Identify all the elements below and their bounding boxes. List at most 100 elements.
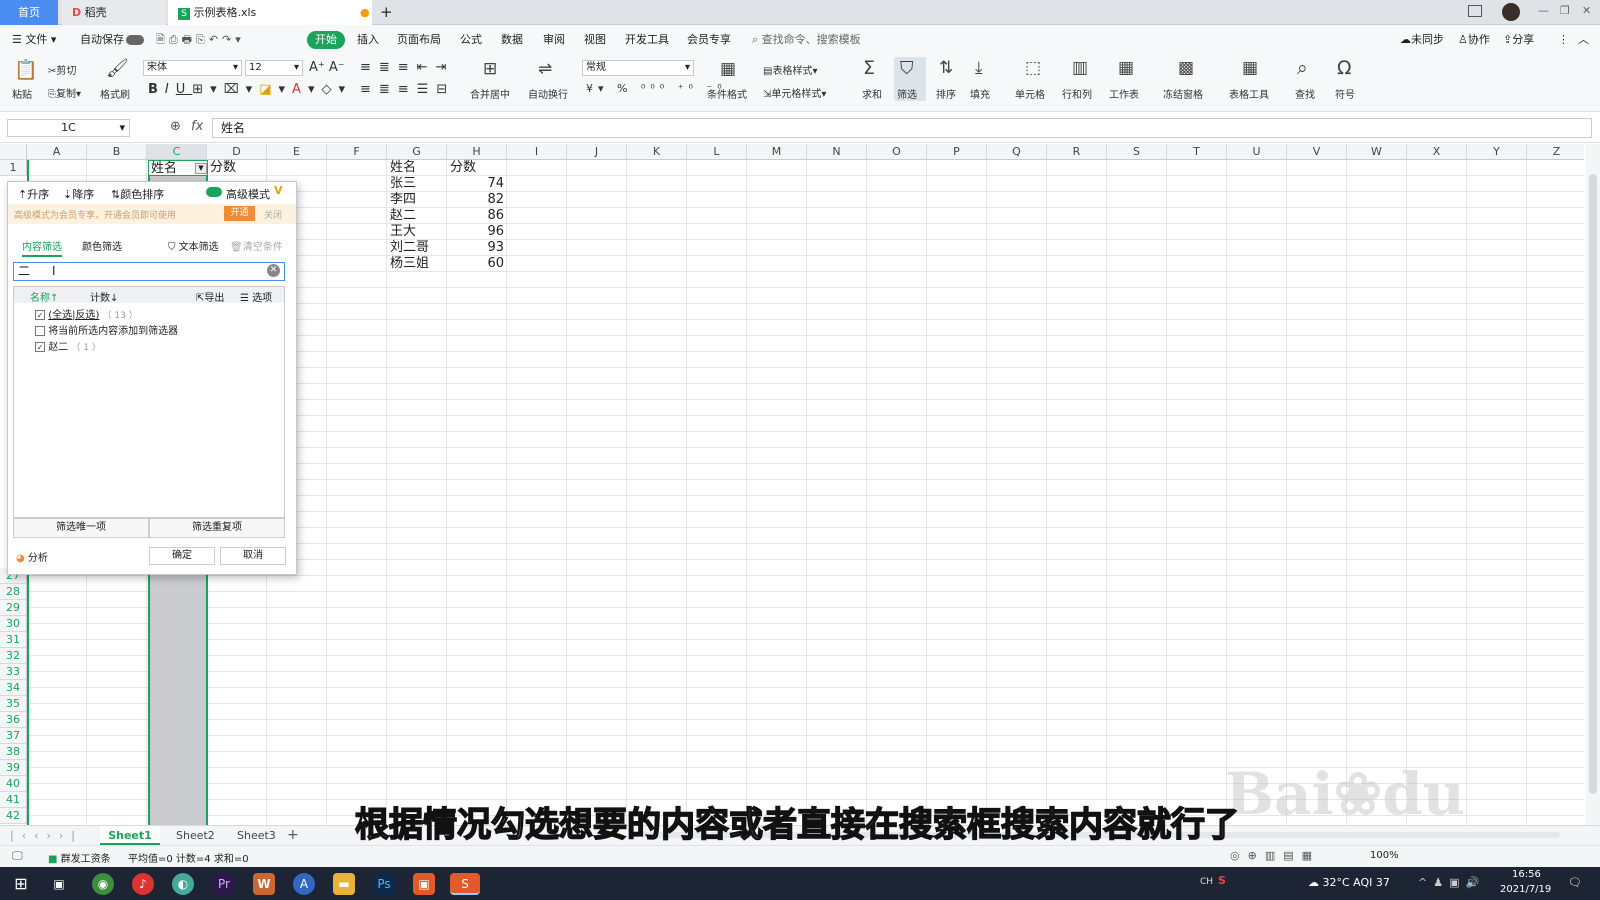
text-filter-button[interactable]: ⛉ 文本筛选 <box>168 238 219 253</box>
notification-icon[interactable]: 🗨 <box>1568 876 1582 889</box>
filter-dropdown-icon[interactable]: ▼ <box>195 163 207 174</box>
table-style-button[interactable]: ▤表格样式▾ <box>763 62 817 77</box>
quick-access-icons[interactable]: 🗎⎙🖶⎘↶↷▾ <box>156 33 245 47</box>
row-header[interactable]: 32 <box>0 648 27 664</box>
row-header[interactable]: 35 <box>0 696 27 712</box>
menu-start[interactable]: 开始 <box>307 31 345 49</box>
select-all-corner[interactable] <box>0 144 27 160</box>
column-header[interactable]: A <box>27 144 87 160</box>
zoom-level[interactable]: 100% <box>1370 850 1399 861</box>
paste-button[interactable]: 粘贴 <box>12 86 32 101</box>
cancel-button[interactable]: 取消 <box>220 547 286 565</box>
tab-color-filter[interactable]: 颜色筛选 <box>82 238 122 253</box>
col-name-sort[interactable]: 名称↑ <box>30 289 58 304</box>
zoom-formula-icon[interactable]: ⊕ <box>170 119 181 134</box>
autosave-toggle[interactable] <box>126 35 144 45</box>
copy-button[interactable]: ⎘复制▾ <box>48 85 81 100</box>
column-header[interactable]: H <box>447 144 507 160</box>
monitor-icon[interactable]: 🖵 <box>12 849 23 863</box>
row-header[interactable]: 40 <box>0 776 27 792</box>
fx-icon[interactable]: fx <box>191 119 203 134</box>
row-header[interactable]: 41 <box>0 792 27 808</box>
sort-button[interactable]: 排序 <box>936 86 956 101</box>
column-header[interactable]: X <box>1407 144 1467 160</box>
worksheet-button[interactable]: 工作表 <box>1109 86 1139 101</box>
task-view-icon[interactable]: ▣ <box>48 873 70 895</box>
cell-style-button[interactable]: ⇲单元格样式▾ <box>763 85 826 100</box>
filter-button[interactable]: 筛选 <box>897 86 917 101</box>
row-header[interactable]: 34 <box>0 680 27 696</box>
column-header[interactable]: S <box>1107 144 1167 160</box>
row-header[interactable]: 31 <box>0 632 27 648</box>
checkbox[interactable]: ✓ <box>35 342 45 352</box>
sheet-tab-3[interactable]: Sheet3 <box>237 829 276 842</box>
freeze-button[interactable]: 冻结窗格 <box>1163 86 1203 101</box>
row-header[interactable]: 39 <box>0 760 27 776</box>
font-style-buttons[interactable]: BIU⊞▾⌧▾◪▾A▾◇▾ <box>148 82 352 97</box>
cell-name[interactable]: 张三 <box>388 176 416 192</box>
column-header[interactable]: Z <box>1527 144 1584 160</box>
menu-review[interactable]: 审阅 <box>543 33 565 47</box>
tab-file[interactable]: S 示例表格.xls ● <box>168 0 372 25</box>
column-header[interactable]: T <box>1167 144 1227 160</box>
table-tools-button[interactable]: 表格工具 <box>1229 86 1269 101</box>
browser-icon[interactable]: ◐ <box>172 873 194 895</box>
cell-score[interactable]: 86 <box>448 208 508 224</box>
cond-format-button[interactable]: 条件格式 <box>707 86 747 101</box>
vertical-scrollbar[interactable] <box>1586 144 1600 825</box>
clear-search-icon[interactable]: ✕ <box>267 264 280 277</box>
filter-search-input[interactable]: 二 I ✕ <box>13 262 285 281</box>
name-box[interactable]: 1C ▾ <box>7 119 130 137</box>
row-header[interactable]: 37 <box>0 728 27 744</box>
column-header[interactable]: N <box>807 144 867 160</box>
cell-g-header[interactable]: 姓名 <box>388 160 416 176</box>
cell-score[interactable]: 74 <box>448 176 508 192</box>
column-header[interactable]: Q <box>987 144 1047 160</box>
wrap-text-button[interactable]: 自动换行 <box>528 86 568 101</box>
cell-d1[interactable]: 分数 <box>208 160 236 176</box>
column-header[interactable]: L <box>687 144 747 160</box>
cell-score[interactable]: 96 <box>448 224 508 240</box>
file-menu[interactable]: ☰ 文件 ▾ <box>12 33 56 47</box>
vip-open-button[interactable]: 开通 <box>224 206 255 221</box>
spreadsheet-app-icon[interactable]: S <box>450 873 480 895</box>
format-painter-button[interactable]: 格式刷 <box>100 86 130 101</box>
column-header[interactable]: R <box>1047 144 1107 160</box>
align-buttons-top[interactable]: ≡≣≡⇤⇥ <box>360 60 454 75</box>
cell-button[interactable]: 单元格 <box>1015 86 1045 101</box>
row-header[interactable]: 28 <box>0 584 27 600</box>
filter-unique-button[interactable]: 筛选唯一项 <box>13 518 149 538</box>
filter-item-select-all[interactable]: ✓ (全选|反选) （ 13 ） <box>35 306 138 321</box>
column-header[interactable]: V <box>1287 144 1347 160</box>
row-header[interactable]: 36 <box>0 712 27 728</box>
new-tab-button[interactable]: + <box>380 0 393 25</box>
column-header[interactable]: D <box>207 144 267 160</box>
number-format-select[interactable]: 常规 ▾ <box>582 60 694 76</box>
color-sort-button[interactable]: ⇅颜色排序 <box>111 186 164 202</box>
font-select[interactable]: 宋体 ▾ <box>143 60 242 76</box>
clear-conditions-button[interactable]: 🗑清空条件 <box>230 238 283 253</box>
col-count-sort[interactable]: 计数↓ <box>90 289 118 304</box>
merge-center-button[interactable]: 合并居中 <box>470 86 510 101</box>
font-grow-shrink[interactable]: A⁺ A⁻ <box>309 60 345 75</box>
menu-formula[interactable]: 公式 <box>460 33 482 47</box>
column-header[interactable]: K <box>627 144 687 160</box>
clock-time[interactable]: 16:56 <box>1512 869 1541 880</box>
sort-desc-button[interactable]: ⇣降序 <box>63 186 94 202</box>
weather[interactable]: ☁ 32°C AQI 37 <box>1308 876 1390 889</box>
export-button[interactable]: ⇱导出 <box>196 289 224 304</box>
font-size-select[interactable]: 12 ▾ <box>245 60 303 76</box>
column-header[interactable]: G <box>387 144 447 160</box>
window-layout-icon[interactable] <box>1468 5 1482 17</box>
tab-content-filter[interactable]: 内容筛选 <box>22 238 62 257</box>
column-header[interactable]: J <box>567 144 627 160</box>
ok-button[interactable]: 确定 <box>149 547 215 565</box>
column-header[interactable]: C <box>147 144 207 160</box>
number-format-buttons[interactable]: ¥▾ % ⁰⁰⁰ ⁺⁰ ⁻⁰ <box>586 82 727 95</box>
column-header[interactable]: W <box>1347 144 1407 160</box>
column-header[interactable]: B <box>87 144 147 160</box>
tab-home[interactable]: 首页 <box>0 0 58 25</box>
menu-vip[interactable]: 会员专享 <box>687 33 731 47</box>
row-header[interactable]: 38 <box>0 744 27 760</box>
clock-date[interactable]: 2021/7/19 <box>1500 884 1551 895</box>
